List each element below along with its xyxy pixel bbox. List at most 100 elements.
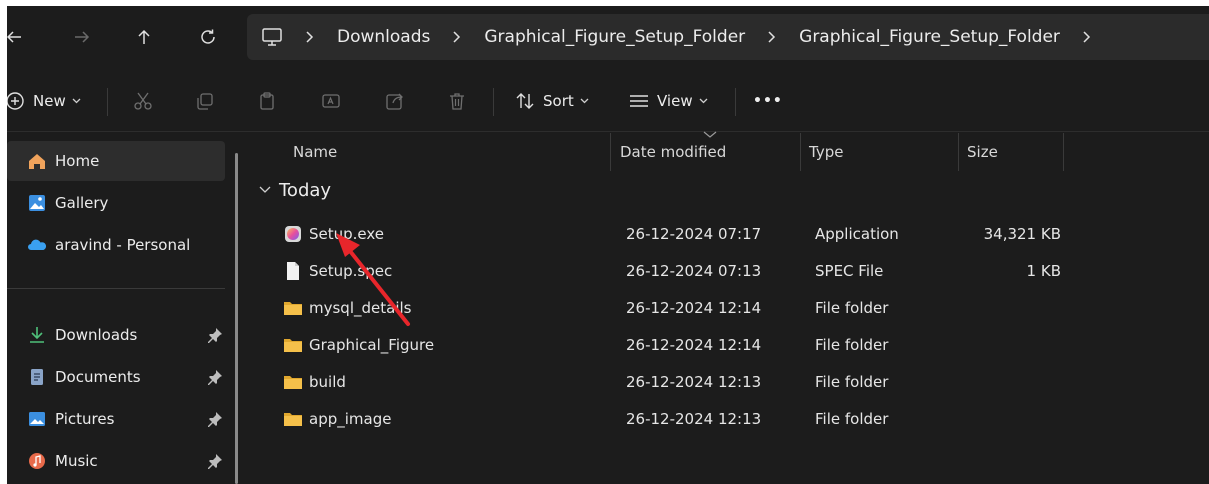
new-label: New (33, 92, 66, 110)
file-name: Setup.spec (309, 261, 393, 280)
more-dots-icon: ••• (753, 93, 783, 109)
file-type: File folder (815, 409, 889, 428)
refresh-icon (201, 29, 215, 44)
group-label: Today (279, 179, 332, 201)
pin-icon[interactable] (207, 327, 223, 343)
rename-button[interactable] (321, 88, 341, 114)
group-header-today[interactable]: Today (259, 177, 331, 203)
back-arrow-icon (7, 31, 21, 43)
column-divider[interactable] (800, 133, 801, 171)
sidebar-scrollbar[interactable] (235, 153, 238, 484)
file-type: File folder (815, 298, 889, 317)
trash-icon (450, 93, 464, 110)
address-bar-row: Downloads Graphical_Figure_Setup_Folder … (7, 6, 1209, 68)
refresh-button[interactable] (193, 22, 223, 52)
pin-icon[interactable] (207, 453, 223, 469)
file-name-cell[interactable]: app_image (283, 400, 391, 437)
view-button[interactable]: View (629, 88, 708, 114)
sidebar-item-downloads[interactable]: Downloads (7, 315, 225, 355)
column-header-type[interactable]: Type (809, 133, 843, 171)
sidebar-item-label: Pictures (55, 410, 115, 428)
file-size (967, 289, 1061, 326)
chevron-down-icon (580, 93, 589, 109)
chevron-down-icon (699, 93, 708, 109)
column-divider[interactable] (958, 133, 959, 171)
breadcrumb[interactable]: Downloads Graphical_Figure_Setup_Folder … (247, 14, 1209, 60)
this-pc-icon[interactable] (261, 27, 283, 47)
more-options-button[interactable]: ••• (753, 88, 783, 114)
copy-button[interactable] (195, 88, 215, 114)
scissors-icon (134, 92, 152, 110)
file-name-cell[interactable]: build (283, 363, 346, 400)
sort-label: Sort (543, 92, 574, 110)
rename-icon (322, 94, 340, 108)
file-name: Setup.exe (309, 224, 385, 243)
forward-arrow-icon (75, 31, 90, 43)
forward-button[interactable] (67, 22, 97, 52)
pin-icon[interactable] (207, 369, 223, 385)
file-type: File folder (815, 372, 889, 391)
file-name-cell[interactable]: Graphical_Figure (283, 326, 434, 363)
table-row[interactable]: build 26-12-2024 12:13 File folder (243, 363, 1209, 400)
navigation-pane: Home Gallery aravind - Personal Download… (7, 133, 242, 484)
sidebar-item-pictures[interactable]: Pictures (7, 399, 225, 439)
column-divider[interactable] (1063, 133, 1064, 171)
breadcrumb-setup-folder-current[interactable]: Graphical_Figure_Setup_Folder (799, 27, 1060, 47)
sort-button[interactable]: Sort (515, 88, 589, 114)
back-button[interactable] (7, 22, 29, 52)
file-date: 26-12-2024 12:13 (626, 409, 762, 428)
sidebar-item-documents[interactable]: Documents (7, 357, 225, 397)
file-date: 26-12-2024 12:14 (626, 298, 762, 317)
share-button[interactable] (385, 88, 405, 114)
file-size (967, 363, 1061, 400)
sidebar-item-label: Gallery (55, 194, 109, 212)
up-button[interactable] (129, 22, 159, 52)
chevron-right-icon[interactable] (305, 30, 315, 44)
sidebar-item-onedrive[interactable]: aravind - Personal (7, 225, 225, 265)
clipboard-icon (260, 92, 274, 110)
sidebar-item-music[interactable]: Music (7, 441, 225, 481)
pin-icon[interactable] (207, 411, 223, 427)
delete-button[interactable] (447, 88, 467, 114)
cut-button[interactable] (133, 88, 153, 114)
sidebar-item-label: aravind - Personal (55, 236, 191, 254)
column-divider[interactable] (610, 133, 611, 171)
table-row[interactable]: mysql_details 26-12-2024 12:14 File fold… (243, 289, 1209, 326)
view-list-icon (630, 95, 648, 107)
folder-icon (283, 335, 303, 355)
file-size: 34,321 KB (983, 224, 1061, 243)
table-row[interactable]: Setup.spec 26-12-2024 07:13 SPEC File 1 … (243, 252, 1209, 289)
chevron-right-icon[interactable] (452, 30, 462, 44)
file-size: 1 KB (1026, 261, 1061, 280)
sidebar-item-label: Music (55, 452, 98, 470)
file-name: app_image (309, 409, 392, 428)
paste-button[interactable] (257, 88, 277, 114)
chevron-right-icon[interactable] (767, 30, 777, 44)
chevron-right-icon[interactable] (1082, 30, 1092, 44)
file-name-cell[interactable]: Setup.spec (283, 252, 392, 289)
column-header-size[interactable]: Size (967, 133, 998, 171)
table-row[interactable]: Setup.exe 26-12-2024 07:17 Application 3… (243, 215, 1209, 252)
app-icon (283, 224, 303, 244)
file-date: 26-12-2024 07:13 (626, 261, 762, 280)
toolbar-divider (735, 88, 736, 116)
pictures-icon (27, 409, 47, 429)
sidebar-item-home[interactable]: Home (7, 141, 225, 181)
column-header-date[interactable]: Date modified (620, 133, 726, 171)
table-row[interactable]: Graphical_Figure 26-12-2024 12:14 File f… (243, 326, 1209, 363)
file-date: 26-12-2024 12:13 (626, 372, 762, 391)
table-row[interactable]: app_image 26-12-2024 12:13 File folder (243, 400, 1209, 437)
file-name-cell[interactable]: Setup.exe (283, 215, 384, 252)
column-header-name[interactable]: Name (293, 133, 337, 171)
sidebar-item-gallery[interactable]: Gallery (7, 183, 225, 223)
file-date: 26-12-2024 07:17 (626, 224, 762, 243)
new-button[interactable]: New (7, 88, 81, 114)
toolbar-divider (493, 88, 494, 116)
document-icon (27, 367, 47, 387)
plus-circle-icon (7, 92, 24, 110)
file-name: mysql_details (309, 298, 412, 317)
breadcrumb-setup-folder[interactable]: Graphical_Figure_Setup_Folder (484, 27, 745, 47)
file-name-cell[interactable]: mysql_details (283, 289, 411, 326)
breadcrumb-downloads[interactable]: Downloads (337, 27, 430, 47)
view-label: View (657, 92, 693, 110)
